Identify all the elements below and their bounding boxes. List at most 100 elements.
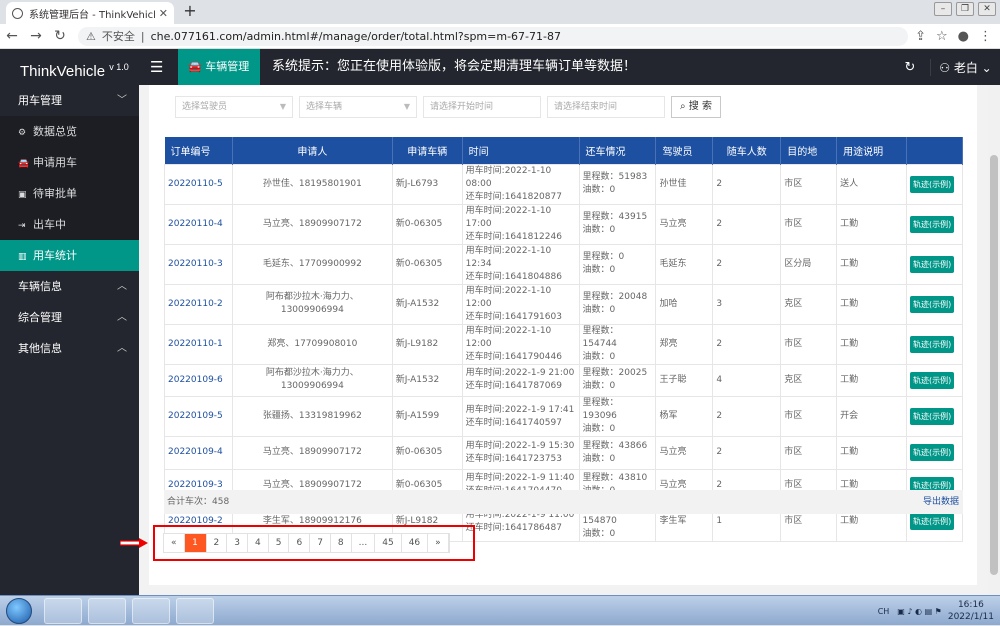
start-button[interactable] [6,598,32,624]
forward-icon[interactable]: → [24,28,48,44]
return-cell: 里程数：51983 油数：0 [578,163,657,205]
back-icon[interactable]: ← [0,28,24,44]
return-cell: 里程数：154744 油数：0 [578,323,657,365]
car-icon: 🚘 [18,159,30,169]
order-id-link[interactable]: 20220109-4 [164,436,233,470]
language-indicator[interactable]: CH [878,607,890,616]
share-icon[interactable]: ⇪ [915,29,926,44]
window-controls: – ❐ ✕ [934,2,996,16]
table-row: 20220110-5 孙世佳、18195801901 新J-L6793 用车时间:20… [164,163,963,205]
chevron-down-icon: ﹀ [117,95,127,106]
destination-cell: 市区 [780,163,838,205]
sidebar-item-outgoing[interactable]: ⇥ 出车中 [0,209,139,240]
order-id-link[interactable]: 20220109-6 [164,363,233,397]
destination-cell: 市区 [780,436,838,470]
app-icon[interactable] [176,598,214,624]
tab-title: 系统管理后台 - ThinkVehicle [29,9,155,21]
refresh-icon[interactable]: ↻ [890,60,930,75]
pagination-highlight-box [153,525,475,561]
order-id-link[interactable]: 20220110-5 [164,163,233,205]
ie-icon[interactable] [44,598,82,624]
sidebar-item-apply[interactable]: 🚘 申请用车 [0,147,139,178]
star-icon[interactable]: ☆ [936,29,948,44]
vehicle-cell: 新0-06305 [391,243,463,285]
sidebar-item-overview[interactable]: ⚙ 数据总览 [0,116,139,147]
browser-navbar: ← → ↻ ⚠ 不安全 | che.077161.com/admin.html#… [0,24,1000,49]
tray-icons[interactable]: ▣ ♪ ◐ ▤ ⚑ [897,607,942,616]
scrollbar[interactable] [988,85,1000,595]
order-id-link[interactable]: 20220110-1 [164,323,233,365]
warning-icon: ⚠ [86,29,96,43]
chrome-icon[interactable] [132,598,170,624]
table-row: 20220110-2 阿布都沙拉木·海力力、13009906994 新J-A1532… [164,283,963,325]
order-id-link[interactable]: 20220110-4 [164,203,233,245]
track-button[interactable]: 轨迹(示例) [910,255,955,273]
track-button[interactable]: 轨迹(示例) [910,513,955,530]
return-cell: 里程数：20025 油数：0 [578,363,657,397]
track-button[interactable]: 轨迹(示例) [910,215,955,233]
taskbar: CH ▣ ♪ ◐ ▤ ⚑ 16:16 2022/1/11 [0,595,1000,625]
people-cell: 3 [712,283,782,325]
driver-select[interactable]: 选择驾驶员 ▼ [175,96,293,118]
chevron-up-icon: ︿ [117,281,127,292]
close-window-icon[interactable]: ✕ [978,2,996,16]
purpose-cell: 工勤 [836,203,907,245]
order-id-link[interactable]: 20220109-5 [164,396,233,437]
export-link[interactable]: 导出数据 [923,490,959,514]
user-menu[interactable]: ⚇ 老白 ⌄ [930,58,1000,76]
vehicle-cell: 新J-L6793 [391,163,463,205]
new-tab-button[interactable]: + [180,2,200,22]
return-cell: 里程数：20048 油数：0 [578,283,657,325]
minimize-icon[interactable]: – [934,2,952,16]
applicant-cell: 马立亮、18909907172 [231,203,393,245]
track-button[interactable]: 轨迹(示例) [910,295,955,313]
restore-icon[interactable]: ❐ [956,2,974,16]
folder-icon[interactable] [88,598,126,624]
action-cell: 轨迹(示例) [906,283,963,325]
reload-icon[interactable]: ↻ [48,28,72,44]
order-id-link[interactable]: 20220110-3 [164,243,233,285]
destination-cell: 区分局 [780,243,838,285]
action-cell: 轨迹(示例) [906,323,963,365]
track-button[interactable]: 轨迹(示例) [910,175,955,193]
order-id-link[interactable]: 20220110-2 [164,283,233,325]
total-count: 合计车次：458 [167,497,230,507]
sidebar-group-general[interactable]: 综合管理 ︿ [0,302,139,333]
destination-cell: 市区 [780,203,838,245]
column-header: 时间 [462,137,580,164]
track-button[interactable]: 轨迹(示例) [910,408,955,425]
vehicle-select[interactable]: 选择车辆 ▼ [299,96,417,118]
table-row: 20220109-5 张疆扬、13319819962 新J-A1599 用车时间:20… [164,396,963,437]
search-button[interactable]: ⌕ 搜 索 [671,96,721,118]
track-button[interactable]: 轨迹(示例) [910,335,955,353]
sidebar-item-pending[interactable]: ▣ 待审批单 [0,178,139,209]
purpose-cell: 工勤 [836,283,907,325]
sidebar-group-other[interactable]: 其他信息 ︿ [0,333,139,364]
driver-cell: 郑亮 [655,323,714,365]
track-button[interactable]: 轨迹(示例) [910,444,955,462]
address-bar[interactable]: ⚠ 不安全 | che.077161.com/admin.html#/manag… [78,26,908,46]
column-header: 驾驶员 [655,137,714,164]
close-tab-icon[interactable]: ✕ [159,7,168,20]
chevron-up-icon: ︿ [117,343,127,354]
profile-icon[interactable]: ● [958,29,969,44]
menu-icon[interactable]: ⋮ [979,29,992,44]
sidebar-group-vehicle-info[interactable]: 车辆信息 ︿ [0,271,139,302]
globe-icon [12,7,23,19]
main-content: 选择驾驶员 ▼ 选择车辆 ▼ 请选择开始时间 请选择结束时间 ⌕ 搜 索 订单编号申… [139,85,988,595]
end-time-input[interactable]: 请选择结束时间 [547,96,665,118]
app-logo: ThinkVehicle v 1.0 [20,62,129,80]
nav-vehicle-management[interactable]: 🚘 车辆管理 [178,49,260,85]
menu-toggle-icon[interactable]: ☰ [150,58,163,76]
chart-icon: ▥ [18,252,27,262]
sidebar-group-vehicle-use[interactable]: 用车管理 ﹀ [0,85,139,116]
destination-cell: 市区 [780,323,838,365]
track-button[interactable]: 轨迹(示例) [910,371,955,389]
red-arrow-icon [120,538,148,548]
sidebar-item-statistics[interactable]: ▥ 用车统计 [0,240,139,271]
purpose-cell: 工勤 [836,243,907,285]
action-cell: 轨迹(示例) [906,203,963,245]
browser-tab[interactable]: 系统管理后台 - ThinkVehicle ✕ [6,2,174,24]
start-time-input[interactable]: 请选择开始时间 [423,96,541,118]
clock[interactable]: 16:16 2022/1/11 [948,599,994,623]
